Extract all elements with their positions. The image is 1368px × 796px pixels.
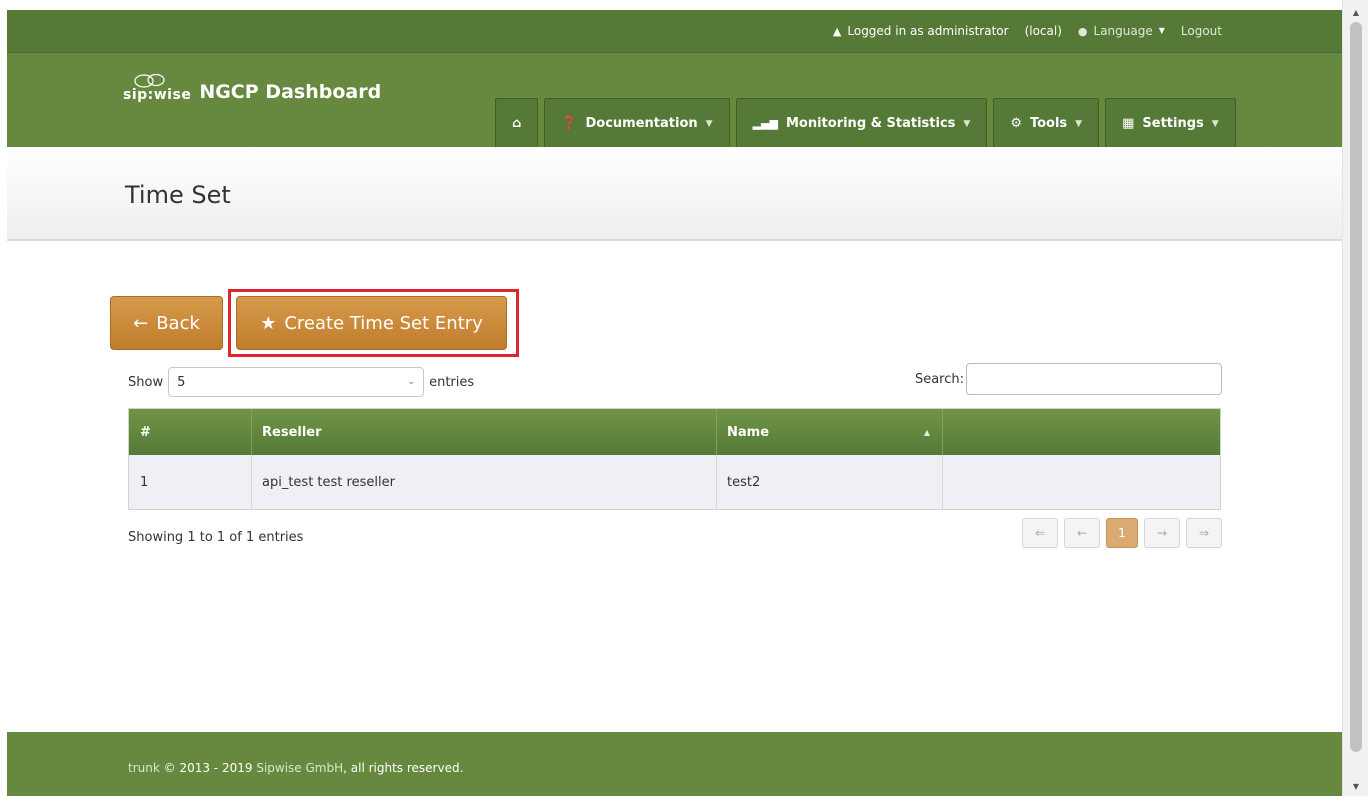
header: sip:wise NGCP Dashboard ⌂ ❓ Documentatio…	[7, 53, 1342, 148]
gear-icon: ⚙	[1010, 116, 1022, 131]
page-length-control: Show 5 ⌄ entries	[128, 367, 474, 397]
logged-in-text: Logged in as administrator	[847, 24, 1009, 38]
previous-page-button[interactable]: ←	[1064, 518, 1100, 548]
home-icon: ⌂	[512, 116, 522, 131]
show-label: Show	[128, 374, 164, 390]
version-link[interactable]: trunk	[128, 761, 160, 775]
column-header-number[interactable]: #	[129, 409, 252, 455]
page-length-select[interactable]: 5 ⌄	[168, 367, 425, 397]
next-page-button[interactable]: →	[1144, 518, 1180, 548]
company-link[interactable]: Sipwise GmbH	[256, 761, 343, 775]
page-title: Time Set	[125, 181, 231, 209]
scroll-up-icon[interactable]: ▲	[1343, 4, 1368, 20]
chevron-down-icon: ▼	[1211, 118, 1219, 129]
column-header-number-label: #	[140, 424, 151, 440]
signal-bars-icon: ▂▄▆	[752, 117, 778, 130]
column-header-actions	[943, 409, 1220, 455]
cell-number: 1	[129, 455, 252, 509]
nav-settings[interactable]: ▦ Settings ▼	[1105, 98, 1236, 148]
footer: trunk © 2013 - 2019 Sipwise GmbH, all ri…	[7, 732, 1342, 796]
cell-actions	[943, 455, 1220, 509]
chevron-down-icon: ⌄	[407, 377, 416, 387]
table-info: Showing 1 to 1 of 1 entries	[128, 530, 304, 545]
sort-ascending-icon: ▲	[923, 427, 930, 437]
chevron-down-icon: ▼	[1158, 26, 1165, 35]
back-button-label: Back	[156, 312, 200, 334]
brand-logo: sip:wise	[123, 73, 192, 103]
search-control: Search:	[915, 363, 1222, 395]
arrow-left-icon: ←	[133, 312, 149, 334]
nav-home[interactable]: ⌂	[495, 98, 539, 148]
footer-text: trunk © 2013 - 2019 Sipwise GmbH, all ri…	[128, 761, 463, 775]
brand-text: sip:wise	[123, 87, 192, 103]
back-button[interactable]: ← Back	[110, 296, 223, 350]
title-band: Time Set	[7, 147, 1342, 241]
entries-label: entries	[429, 374, 475, 390]
nav-tools[interactable]: ⚙ Tools ▼	[993, 98, 1100, 148]
nav-documentation[interactable]: ❓ Documentation ▼	[544, 98, 730, 148]
column-header-reseller-label: Reseller	[262, 424, 322, 440]
chevron-down-icon: ▼	[1075, 118, 1083, 129]
first-page-button[interactable]: ⇐	[1022, 518, 1058, 548]
rights-text: , all rights reserved.	[343, 761, 464, 775]
top-bar: ▲ Logged in as administrator (local) ● L…	[7, 10, 1342, 53]
scroll-down-icon[interactable]: ▼	[1343, 778, 1368, 794]
pagination: ⇐ ← 1 → ⇒	[1022, 518, 1222, 548]
cell-name: test2	[717, 455, 943, 509]
nav-tools-label: Tools	[1029, 116, 1068, 131]
nav-monitoring-label: Monitoring & Statistics	[785, 116, 956, 131]
main-nav: ⌂ ❓ Documentation ▼ ▂▄▆ Monitoring & Sta…	[495, 98, 1236, 148]
column-header-reseller[interactable]: Reseller	[252, 409, 717, 455]
table-header: # Reseller Name ▲	[129, 409, 1220, 455]
time-set-table: # Reseller Name ▲ 1 api_test test resell…	[128, 408, 1221, 510]
logo[interactable]: sip:wise NGCP Dashboard	[123, 73, 382, 103]
logout-link[interactable]: Logout	[1181, 24, 1222, 38]
chevron-down-icon: ▼	[705, 118, 713, 129]
user-icon: ▲	[832, 24, 842, 38]
scrollbar-thumb[interactable]	[1350, 22, 1362, 752]
top-bar-menu: ▲ Logged in as administrator (local) ● L…	[833, 24, 1222, 38]
realm-text: (local)	[1024, 24, 1062, 38]
page: ▲ Logged in as administrator (local) ● L…	[7, 10, 1342, 796]
nav-settings-label: Settings	[1142, 116, 1204, 131]
column-header-name-label: Name	[727, 424, 770, 440]
language-label: Language	[1093, 24, 1153, 38]
vertical-scrollbar[interactable]: ▲ ▼	[1342, 0, 1368, 796]
cell-reseller: api_test test reseller	[252, 455, 717, 509]
last-page-button[interactable]: ⇒	[1186, 518, 1222, 548]
search-label: Search:	[914, 371, 964, 387]
page-length-value: 5	[177, 374, 186, 390]
column-header-name[interactable]: Name ▲	[717, 409, 943, 455]
nav-monitoring[interactable]: ▂▄▆ Monitoring & Statistics ▼	[735, 98, 988, 148]
language-dropdown[interactable]: ● Language ▼	[1078, 24, 1165, 38]
chevron-down-icon: ▼	[963, 118, 971, 129]
nav-documentation-label: Documentation	[585, 116, 698, 131]
search-input[interactable]	[966, 363, 1222, 395]
app-title: NGCP Dashboard	[199, 81, 382, 103]
table-row[interactable]: 1 api_test test reseller test2	[129, 455, 1220, 509]
highlight-box	[228, 289, 519, 357]
logged-in-info: ▲ Logged in as administrator	[833, 24, 1009, 38]
question-icon: ❓	[561, 116, 578, 131]
speech-bubbles-icon	[134, 73, 165, 88]
copyright-text: © 2013 - 2019	[163, 761, 253, 775]
grid-icon: ▦	[1122, 116, 1135, 131]
current-page-button[interactable]: 1	[1106, 518, 1138, 548]
globe-icon: ●	[1077, 24, 1088, 38]
